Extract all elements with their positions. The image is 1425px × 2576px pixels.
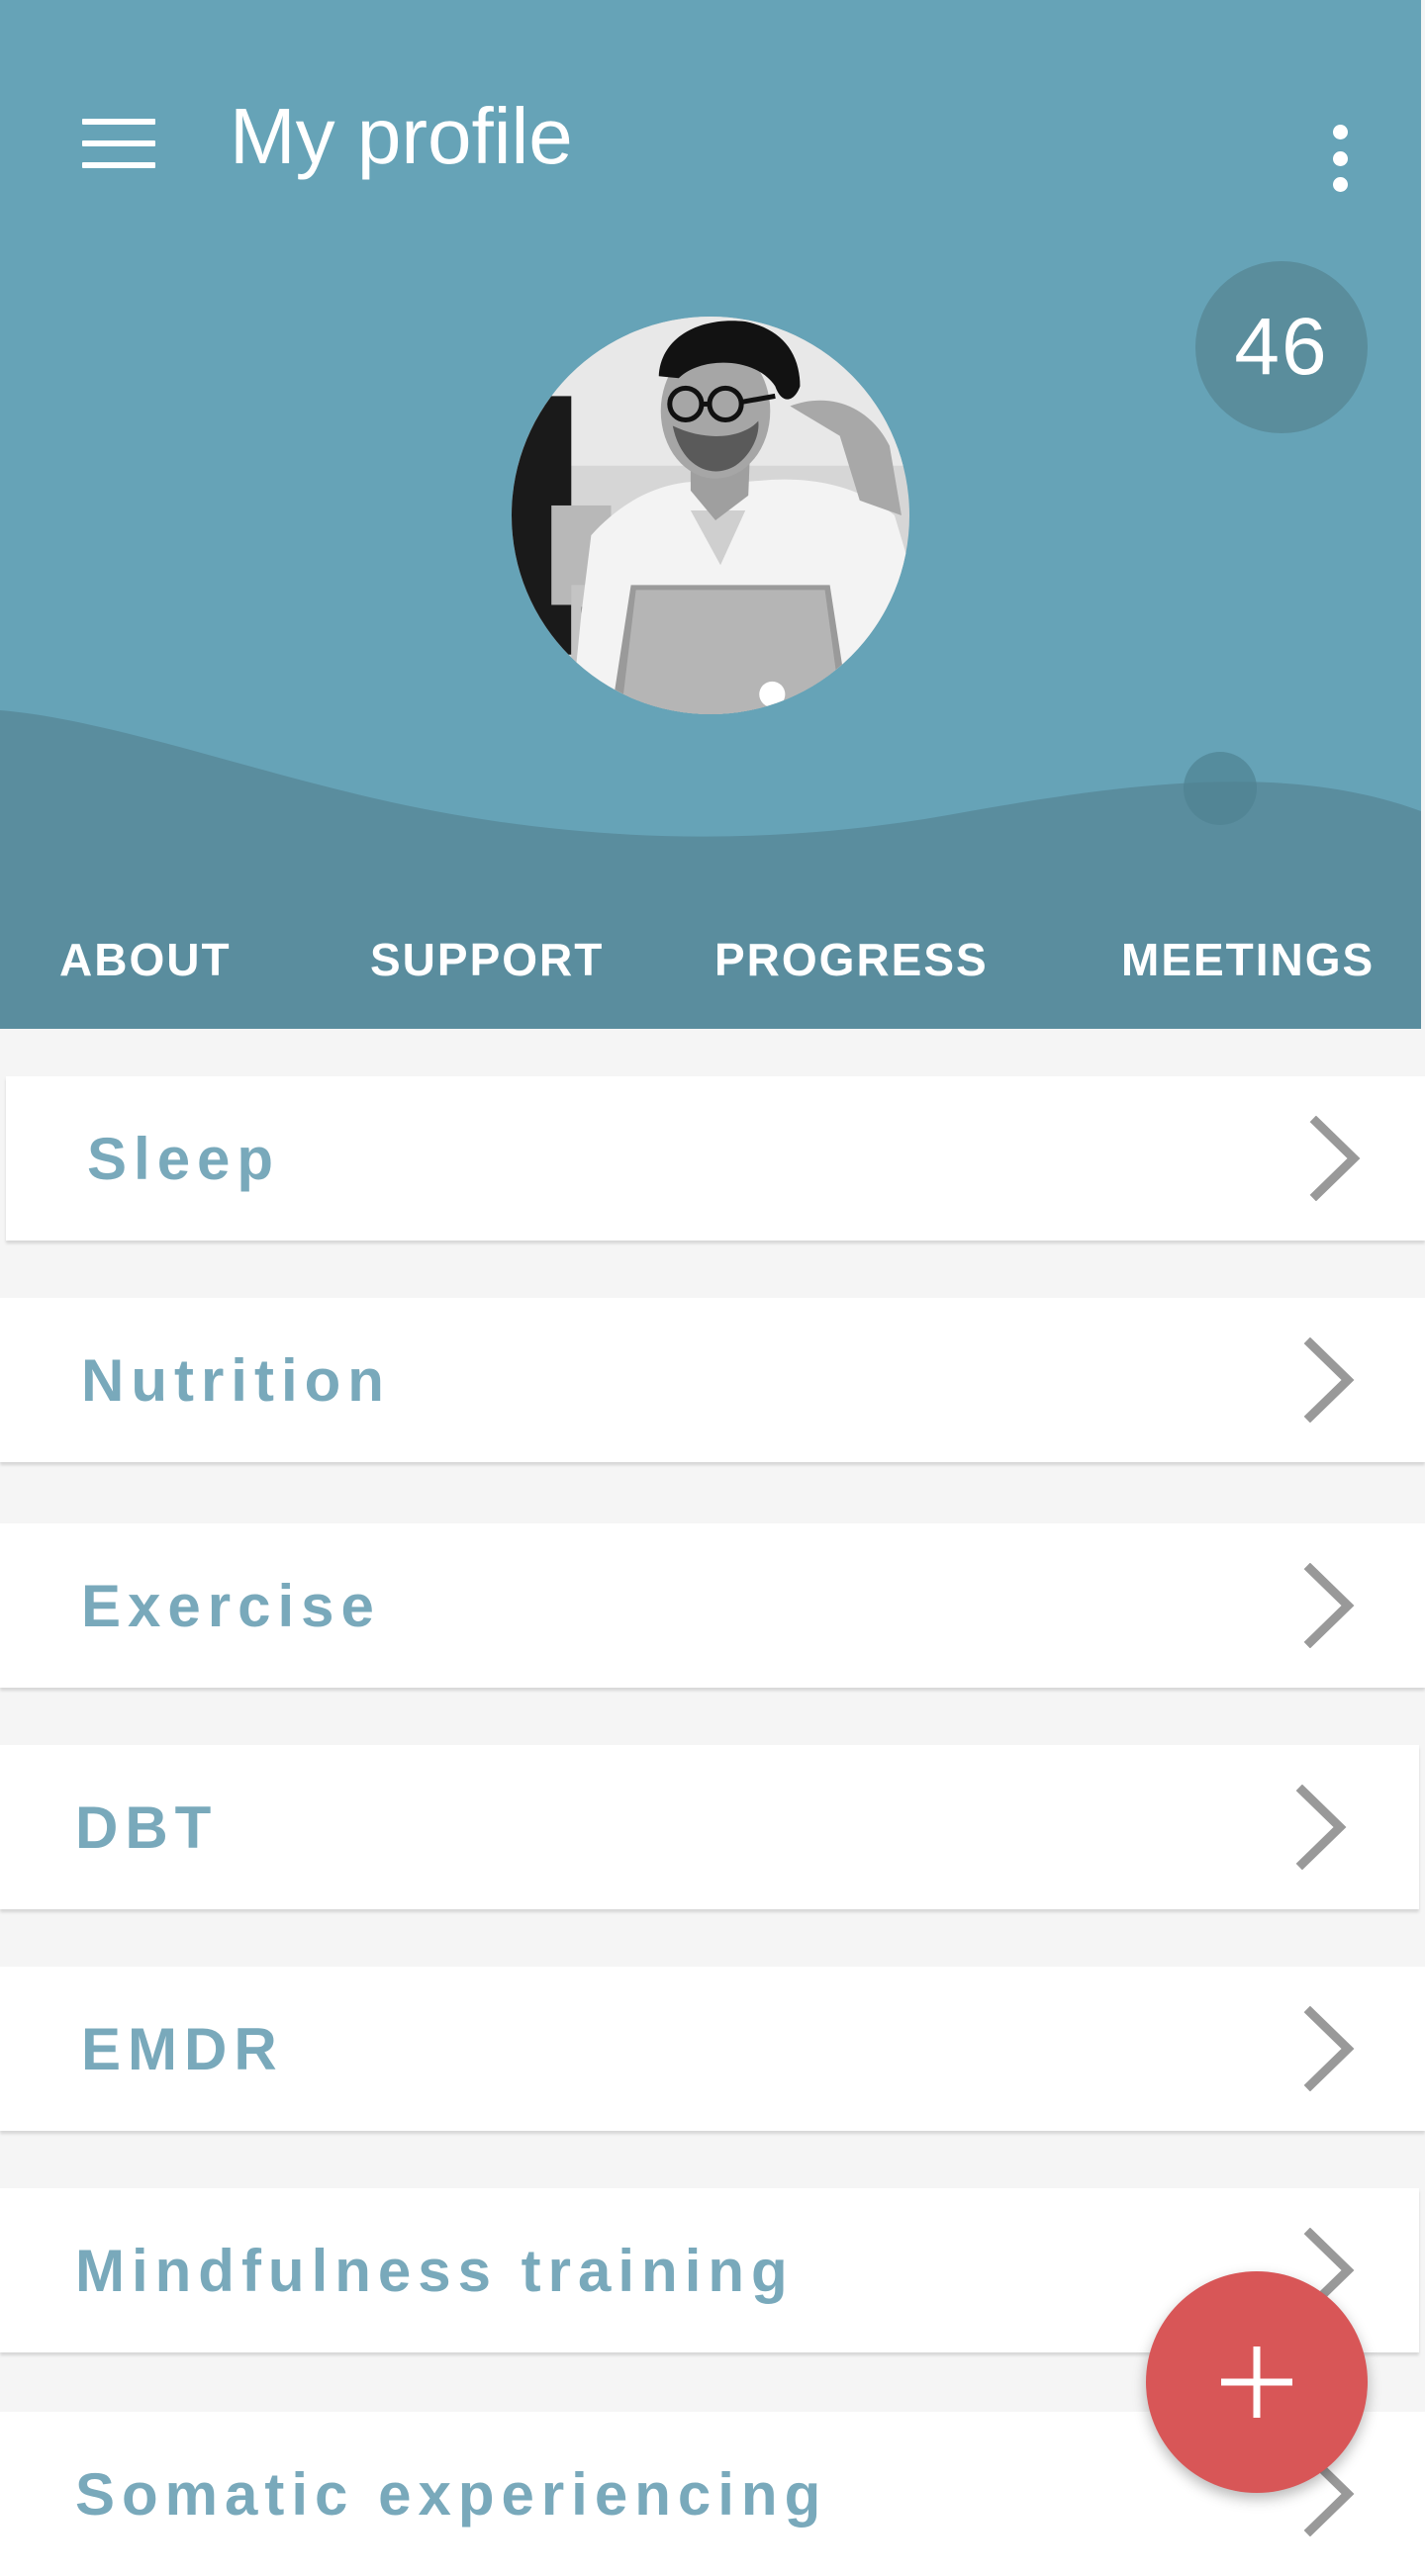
list-item-label: DBT bbox=[75, 1794, 219, 1861]
list-item-label: Somatic experiencing bbox=[75, 2460, 828, 2528]
tab-progress[interactable]: PROGRESS bbox=[714, 910, 989, 1009]
list-item-label: Mindfulness training bbox=[75, 2237, 795, 2304]
more-options-button[interactable] bbox=[1302, 111, 1378, 206]
tab-about[interactable]: ABOUT bbox=[59, 910, 232, 1009]
hamburger-menu-icon bbox=[82, 119, 155, 168]
list-item-label: Nutrition bbox=[81, 1346, 391, 1414]
page-title: My profile bbox=[230, 92, 573, 180]
chevron-right-icon bbox=[1300, 1563, 1360, 1648]
tab-support[interactable]: SUPPORT bbox=[370, 910, 604, 1009]
list-item-nutrition[interactable]: Nutrition bbox=[0, 1298, 1425, 1462]
chevron-right-icon bbox=[1300, 2006, 1360, 2091]
header-decor-dot bbox=[1184, 752, 1257, 825]
list-item-dbt[interactable]: DBT bbox=[0, 1745, 1419, 1909]
chevron-right-icon bbox=[1292, 1785, 1352, 1870]
score-badge: 46 bbox=[1195, 261, 1368, 433]
list-item-label: Exercise bbox=[81, 1572, 381, 1639]
menu-button[interactable] bbox=[59, 99, 178, 188]
list-item-sleep[interactable]: Sleep bbox=[6, 1076, 1425, 1241]
plus-icon bbox=[1221, 2346, 1292, 2418]
user-avatar-photo bbox=[512, 317, 909, 714]
list-item-emdr[interactable]: EMDR bbox=[0, 1967, 1425, 2131]
list-item-exercise[interactable]: Exercise bbox=[0, 1523, 1425, 1688]
tab-meetings[interactable]: MEETINGS bbox=[1121, 910, 1375, 1009]
profile-header: My profile 46 ABOUT SUPPORT PROGRESS MEE… bbox=[0, 0, 1421, 1029]
more-vertical-icon bbox=[1332, 125, 1348, 139]
list-item-label: Sleep bbox=[87, 1125, 281, 1192]
chevron-right-icon bbox=[1300, 1337, 1360, 1423]
add-button[interactable] bbox=[1146, 2271, 1368, 2493]
avatar[interactable] bbox=[512, 317, 909, 714]
list-item-label: EMDR bbox=[81, 2015, 284, 2082]
tab-bar: ABOUT SUPPORT PROGRESS MEETINGS bbox=[0, 910, 1421, 1029]
chevron-right-icon bbox=[1306, 1116, 1366, 1201]
